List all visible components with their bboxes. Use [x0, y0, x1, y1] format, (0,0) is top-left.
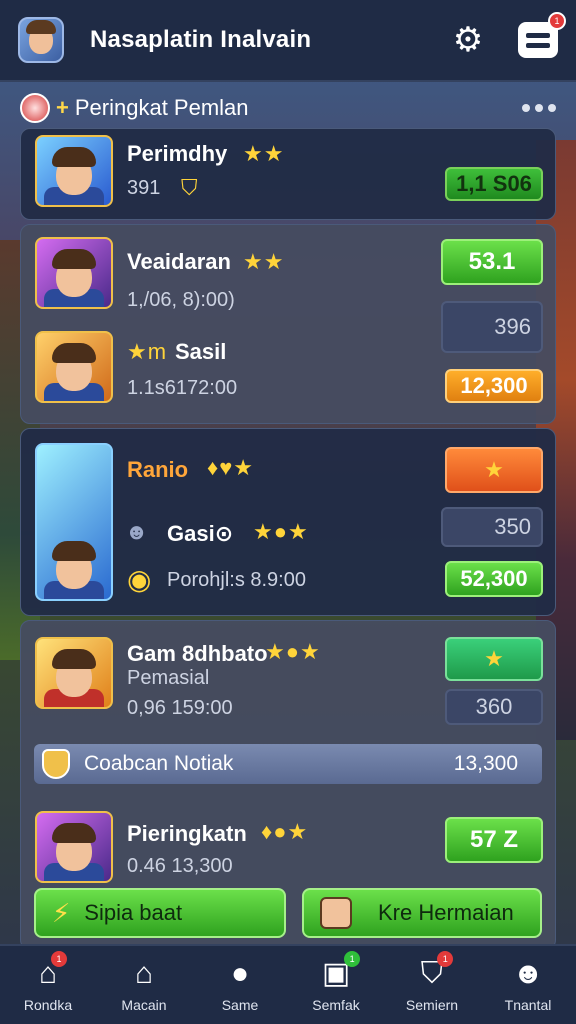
shield-icon: ⛉ [181, 175, 199, 200]
nav-item-tnantal[interactable]: ☻ Tnantal [483, 957, 573, 1013]
leaderboard-card-3[interactable]: Ranio ♦♥★ ★ ☻ Gasi⊙ ★●★ 350 ◉ Porohjl:s … [20, 428, 556, 616]
nav-item-same[interactable]: ● Same [195, 957, 285, 1013]
menu-button[interactable]: 1 [518, 12, 566, 60]
bolt-icon: ⚡ [52, 897, 71, 928]
nav-badge: 1 [344, 951, 361, 967]
nav-label: Tnantal [504, 997, 552, 1013]
nav-label: Semiern [405, 997, 459, 1013]
player-time: 1,/06, 8):00) [127, 289, 235, 311]
player-portrait [35, 811, 113, 883]
nav-label: Semfak [312, 997, 360, 1013]
left-action-label: Sipia baat [84, 900, 183, 925]
score-box: 360 [445, 689, 543, 725]
section-title: Peringkat Pemlan [74, 95, 249, 120]
app-title: Nasaplatin Inalvain [90, 26, 312, 53]
profile-icon: ☻ [512, 957, 544, 990]
score-badge[interactable]: 53.1 [441, 239, 543, 285]
player-portrait [35, 331, 113, 403]
nav-badge: 1 [437, 951, 454, 967]
coin-icon: ◉ [127, 564, 153, 595]
player-name: Pieringkatn [127, 821, 247, 846]
star-badge-icon: ★●★ [253, 519, 309, 544]
player-subtitle: Pemasial [127, 667, 210, 689]
avatar[interactable] [18, 17, 64, 63]
leaderboard-card-2[interactable]: Veaidaran ★★ 1,/06, 8):00) 53.1 ★m Sasil… [20, 224, 556, 424]
player-portrait [35, 237, 113, 309]
small-avatar-icon: ☻ [125, 519, 150, 544]
bottom-nav: ⌂ 1 Rondka ⌂ Macain ● Same ▣ 1 Semfak ⛉ 1 S… [0, 944, 576, 1024]
notice-bar[interactable]: Coabcan Notiak 13,300 [34, 744, 542, 784]
player-time: 0,96 159:00 [127, 697, 233, 719]
score-badge[interactable]: 57 Z [445, 817, 543, 863]
star-badge[interactable]: ★ [445, 637, 543, 681]
player-score: 391 [127, 177, 161, 199]
right-action-label: Kre Hermaian [378, 900, 514, 925]
right-action-button[interactable]: Kre Hermaian [302, 888, 542, 938]
player-name: Perimdhy [127, 141, 228, 166]
notice-label: Coabcan Notiak [84, 752, 234, 775]
section-header: + Peringkat Pemlan [20, 92, 556, 124]
nav-item-semiern[interactable]: ⛉ 1 Semiern [387, 951, 477, 1013]
settings-button[interactable]: ⚙ [448, 20, 488, 60]
home-icon: ⌂ 1 [39, 951, 68, 991]
top-bar: Nasaplatin Inalvain ⚙ 1 [0, 0, 576, 82]
left-action-button[interactable]: ⚡ Sipia baat [34, 888, 286, 938]
star-badge[interactable]: ★ [445, 447, 543, 493]
nav-item-semfak[interactable]: ▣ 1 Semfak [291, 951, 381, 1013]
score-badge[interactable]: 12,300 [445, 369, 543, 403]
game-icon: ● [230, 957, 250, 990]
cards-icon: ▣ 1 [322, 951, 361, 991]
player-name: Gam 8dhbato [127, 641, 268, 666]
notification-badge: 1 [548, 12, 566, 30]
player-time: 0.46 13,300 [127, 855, 233, 877]
player-time: 1.1s6172:00 [127, 377, 238, 399]
star-icon: ★★ [243, 249, 285, 274]
header-actions: ⚙ 1 [448, 12, 566, 60]
shield-icon: ⛉ 1 [421, 951, 454, 991]
notice-value: 13,300 [453, 752, 518, 775]
score-badge[interactable]: 52,300 [445, 561, 543, 597]
nav-badge: 1 [51, 951, 68, 967]
gem-heart-star-icon: ♦♥★ [207, 455, 255, 480]
face-icon [320, 897, 352, 929]
gem-shield-star-icon: ♦●★ [261, 819, 309, 844]
more-options-button[interactable] [522, 104, 556, 112]
nav-label: Macain [121, 997, 167, 1013]
player-time: Porohjl:s 8.9:00 [167, 569, 306, 591]
star-badge-icon: ★●★ [265, 639, 321, 664]
shield-icon [42, 749, 70, 779]
score-box: 350 [441, 507, 543, 547]
score-box: 396 [441, 301, 543, 353]
nav-item-macain[interactable]: ⌂ Macain [99, 957, 189, 1013]
player-portrait [35, 637, 113, 709]
trophy-icon [20, 93, 50, 123]
player-portrait [35, 135, 113, 207]
nav-label: Rondka [23, 997, 73, 1013]
nav-item-rondka[interactable]: ⌂ 1 Rondka [3, 951, 93, 1013]
gear-icon: ⚙ [452, 21, 484, 59]
house-icon: ⌂ [134, 957, 154, 990]
player-name: Veaidaran [127, 249, 231, 274]
avatar-face-icon [26, 20, 56, 54]
star-icon: ★★ [243, 141, 285, 166]
player-name: Ranio [127, 457, 189, 482]
player-name: Gasi⊙ [167, 521, 234, 546]
score-badge[interactable]: 1,1 S06 [445, 167, 543, 201]
player-name: Sasil [175, 339, 227, 364]
nav-label: Same [221, 997, 259, 1013]
leaderboard-card-1[interactable]: Perimdhy ★★ 391 ⛉ 1,1 S06 [20, 128, 556, 220]
plus-icon: + [56, 95, 69, 120]
player-portrait [35, 443, 113, 601]
crown-icon: ★m [127, 339, 168, 364]
